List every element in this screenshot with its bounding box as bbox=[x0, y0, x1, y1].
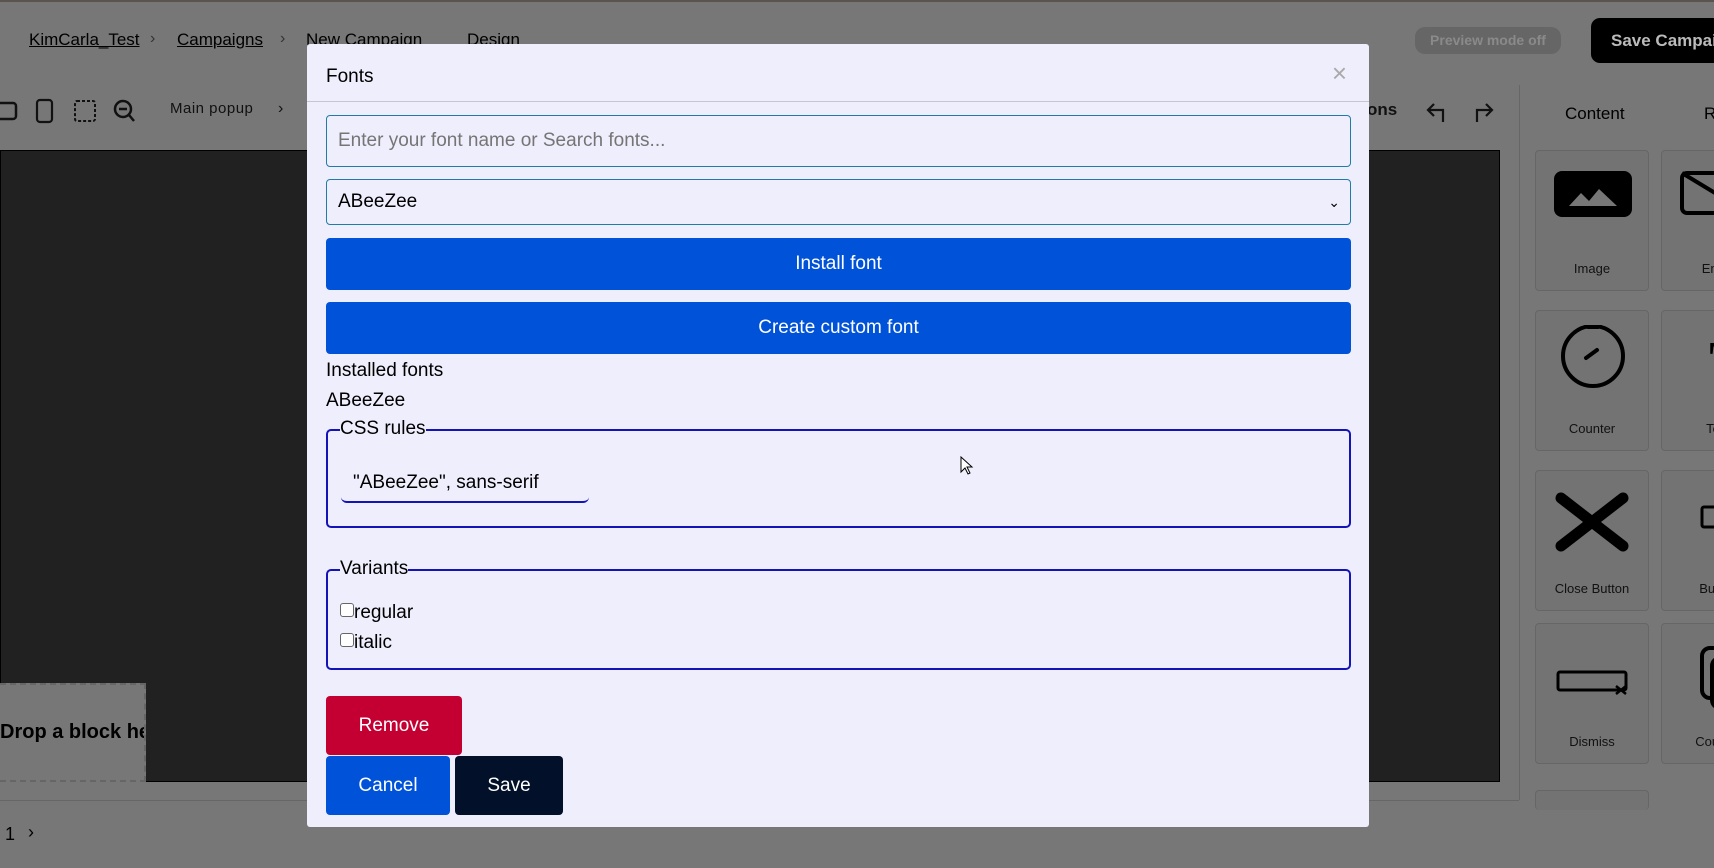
block-button[interactable]: Button bbox=[1661, 470, 1714, 611]
panel-divider bbox=[1519, 85, 1520, 800]
block-text[interactable]: T Text bbox=[1661, 310, 1714, 451]
drop-zone[interactable]: Drop a block here bbox=[0, 683, 146, 782]
block-label: Image bbox=[1573, 261, 1611, 276]
font-select[interactable]: ABeeZee ⌄ bbox=[326, 179, 1351, 225]
block-label: Email bbox=[1701, 261, 1714, 276]
variant-italic[interactable]: italic bbox=[340, 632, 392, 654]
svg-text:T: T bbox=[1709, 331, 1714, 397]
font-search-input[interactable] bbox=[326, 115, 1351, 167]
layer-selector[interactable]: Main popup bbox=[170, 100, 253, 117]
redo-icon bbox=[1475, 103, 1494, 122]
block-more[interactable] bbox=[1535, 790, 1649, 810]
modal-header-divider bbox=[307, 101, 1369, 102]
top-border bbox=[0, 0, 1714, 2]
checkbox[interactable] bbox=[340, 603, 354, 617]
tab-r[interactable]: R bbox=[1704, 104, 1714, 124]
create-custom-font-button[interactable]: Create custom font bbox=[326, 302, 1351, 354]
block-counter[interactable]: Counter bbox=[1535, 310, 1649, 451]
css-rule-input[interactable]: "ABeeZee", sans-serif bbox=[341, 457, 589, 503]
remove-button[interactable]: Remove bbox=[326, 696, 462, 755]
block-label: Close Button bbox=[1554, 581, 1630, 596]
block-label: Counter bbox=[1568, 421, 1616, 436]
variant-label: italic bbox=[354, 632, 393, 653]
variant-label: regular bbox=[354, 602, 414, 623]
install-font-button[interactable]: Install font bbox=[326, 238, 1351, 290]
undo-icon bbox=[1426, 103, 1445, 122]
block-label: Coupon bbox=[1695, 734, 1714, 749]
breadcrumb-separator: › bbox=[280, 30, 286, 47]
installed-fonts-heading: Installed fonts bbox=[326, 360, 444, 381]
breadcrumb-campaigns[interactable]: Campaigns bbox=[177, 30, 263, 50]
mouse-cursor-icon bbox=[960, 456, 974, 475]
device-view-icons[interactable] bbox=[0, 98, 140, 124]
modal-title: Fonts bbox=[326, 66, 374, 87]
variant-regular[interactable]: regular bbox=[340, 602, 413, 624]
page-number[interactable]: 1 bbox=[5, 824, 15, 845]
font-select-value: ABeeZee bbox=[338, 191, 418, 212]
cancel-button[interactable]: Cancel bbox=[326, 756, 450, 815]
save-campaign-button[interactable]: Save Campaign bbox=[1591, 18, 1714, 63]
select-area-icon bbox=[74, 100, 96, 122]
tab-content[interactable]: Content bbox=[1565, 104, 1625, 124]
block-dismiss[interactable]: Dismiss bbox=[1535, 623, 1649, 764]
chevron-right-icon: › bbox=[278, 100, 284, 117]
variants-legend: Variants bbox=[340, 558, 409, 579]
checkbox[interactable] bbox=[340, 633, 354, 647]
css-rules-legend: CSS rules bbox=[340, 418, 426, 439]
css-rules-fieldset: CSS rules "ABeeZee", sans-serif bbox=[326, 419, 1351, 528]
block-label: Dismiss bbox=[1569, 734, 1615, 749]
undo-redo[interactable] bbox=[1425, 98, 1495, 124]
fonts-modal: Fonts × ABeeZee ⌄ Install font Create cus… bbox=[307, 44, 1369, 827]
block-image[interactable]: Image bbox=[1535, 150, 1649, 291]
block-email[interactable]: Email bbox=[1661, 150, 1714, 291]
save-button[interactable]: Save bbox=[455, 756, 563, 815]
breadcrumb-separator: › bbox=[150, 30, 156, 47]
block-label: Button bbox=[1699, 581, 1714, 596]
next-page-icon[interactable]: › bbox=[28, 822, 34, 843]
block-close-button[interactable]: Close Button bbox=[1535, 470, 1649, 611]
installed-font-item[interactable]: ABeeZee bbox=[326, 390, 405, 412]
close-icon[interactable]: × bbox=[1332, 58, 1347, 89]
breadcrumb-account[interactable]: KimCarla_Test bbox=[29, 30, 140, 50]
block-label: Text bbox=[1706, 421, 1714, 436]
desktop-icon bbox=[0, 101, 18, 121]
variants-fieldset: Variants regular italic bbox=[326, 559, 1351, 670]
block-coupon[interactable]: Coupon bbox=[1661, 623, 1714, 764]
preview-mode-toggle[interactable]: Preview mode off bbox=[1415, 27, 1561, 54]
chevron-down-icon: ⌄ bbox=[1328, 194, 1340, 210]
mobile-icon bbox=[35, 98, 54, 124]
